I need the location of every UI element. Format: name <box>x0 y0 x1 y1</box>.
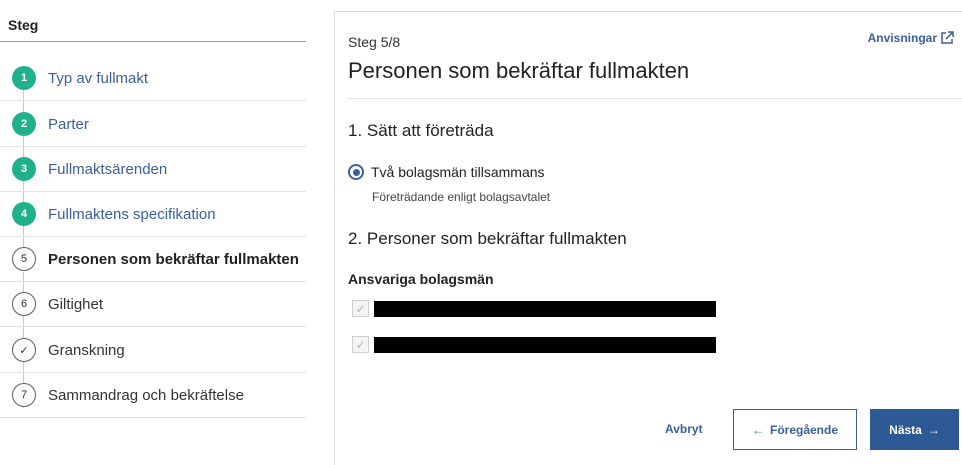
next-button[interactable]: Nästa → <box>870 409 959 450</box>
cancel-button[interactable]: Avbryt <box>665 422 703 436</box>
checkbox-disabled-checked: ✓ <box>352 336 369 353</box>
title-divider <box>348 98 962 99</box>
previous-button[interactable]: ← Föregående <box>733 409 857 450</box>
step-label-3[interactable]: Fullmaktsärenden <box>48 161 167 178</box>
radio-option-two-partners[interactable]: Två bolagsmän tillsammans <box>348 164 545 180</box>
sidebar-step-6: 6 Giltighet <box>0 281 306 327</box>
main-panel: Steg 5/8 Anvisningar Personen som bekräf… <box>334 11 962 465</box>
guide-link-label[interactable]: Anvisningar <box>868 31 937 45</box>
partner-checkbox-row-2: ✓ <box>352 336 716 353</box>
sidebar-step-5-current: 5 Personen som bekräftar fullmakten <box>0 236 306 282</box>
partner-checkbox-row-1: ✓ <box>352 300 716 317</box>
check-icon: ✓ <box>12 338 36 362</box>
step-marker-7: 7 <box>12 383 36 407</box>
radio-description: Företrädande enligt bolagsavtalet <box>372 190 551 204</box>
arrow-right-icon: → <box>927 422 940 437</box>
step-marker-5: 5 <box>12 247 36 271</box>
step-counter: Steg 5/8 <box>348 34 401 50</box>
previous-button-label[interactable]: Föregående <box>770 423 838 437</box>
sidebar-step-4[interactable]: 4 Fullmaktens specifikation <box>0 191 306 237</box>
step-marker-2: 2 <box>12 112 36 136</box>
step-marker-6: 6 <box>12 292 36 316</box>
redacted-name <box>374 336 716 353</box>
checkbox-disabled-checked: ✓ <box>352 300 369 317</box>
radio-button[interactable] <box>348 164 364 180</box>
partners-group-label: Ansvariga bolagsmän <box>348 271 494 287</box>
guide-link[interactable]: Anvisningar <box>868 31 954 45</box>
sidebar-step-review: ✓ Granskning <box>0 327 306 373</box>
sidebar-step-2[interactable]: 2 Parter <box>0 101 306 147</box>
step-label-review: Granskning <box>48 341 125 359</box>
step-marker-4: 4 <box>12 202 36 226</box>
sidebar-step-7: 7 Sammandrag och bekräftelse <box>0 372 306 418</box>
step-label-2[interactable]: Parter <box>48 116 89 133</box>
step-label-7: Sammandrag och bekräftelse <box>48 386 244 404</box>
section-representation-title: 1. Sätt att företräda <box>348 121 494 140</box>
step-label-6: Giltighet <box>48 295 104 313</box>
step-marker-3: 3 <box>12 157 36 181</box>
external-link-icon <box>941 31 954 44</box>
page-title: Personen som bekräftar fullmakten <box>348 58 690 83</box>
sidebar-step-3[interactable]: 3 Fullmaktsärenden <box>0 146 306 192</box>
redacted-name <box>374 300 716 317</box>
step-label-5: Personen som bekräftar fullmakten <box>48 250 299 268</box>
step-label-1[interactable]: Typ av fullmakt <box>48 70 148 87</box>
sidebar-header: Steg <box>8 17 39 33</box>
step-label-4[interactable]: Fullmaktens specifikation <box>48 206 216 223</box>
arrow-left-icon: ← <box>751 422 764 437</box>
step-marker-1: 1 <box>12 66 36 90</box>
step-sidebar: Steg 1 Typ av fullmakt 2 Parter 3 Fullma… <box>0 0 306 465</box>
section-confirmers-title: 2. Personer som bekräftar fullmakten <box>348 229 627 248</box>
sidebar-divider <box>0 41 306 42</box>
sidebar-step-1[interactable]: 1 Typ av fullmakt <box>0 55 306 101</box>
radio-label[interactable]: Två bolagsmän tillsammans <box>371 164 545 180</box>
next-button-label[interactable]: Nästa <box>889 423 922 437</box>
